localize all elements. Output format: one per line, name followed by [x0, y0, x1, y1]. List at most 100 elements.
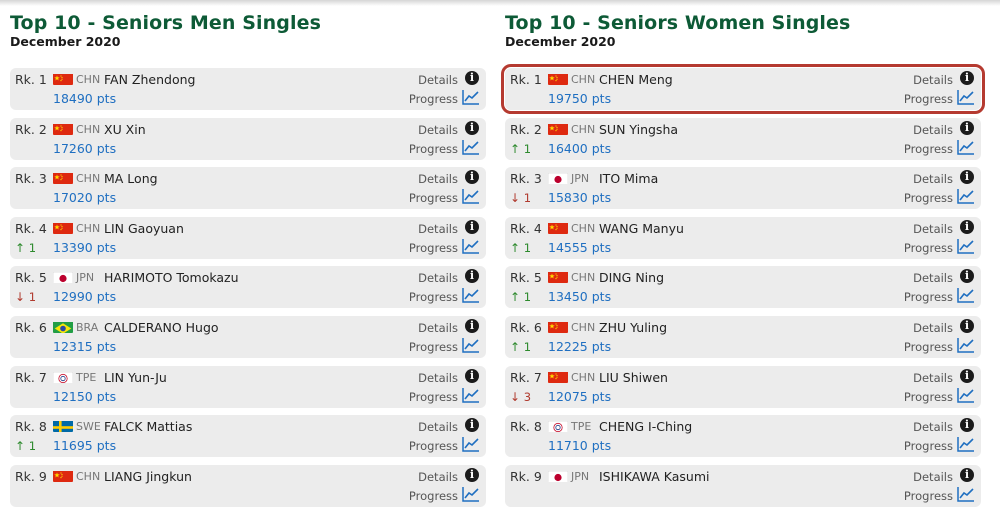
details-link[interactable]: Details — [913, 371, 953, 385]
details-link[interactable]: Details — [418, 172, 458, 186]
info-icon[interactable]: i — [465, 269, 479, 284]
women-ranking-row[interactable]: Rk. 7 CHN LIU Shiwen ↓ 3 12075 pts Details i Pr… — [505, 365, 981, 408]
progress-link[interactable]: Progress — [904, 390, 953, 404]
women-ranking-row[interactable]: Rk. 4 CHN WANG Manyu ↑ 1 14555 pts Details i Pr… — [505, 216, 981, 259]
details-link[interactable]: Details — [913, 470, 953, 484]
progress-link[interactable]: Progress — [409, 340, 458, 354]
chart-line-icon[interactable] — [462, 486, 480, 502]
chart-line-icon[interactable] — [957, 188, 975, 204]
details-link[interactable]: Details — [913, 271, 953, 285]
women-ranking-row[interactable]: Rk. 3 JPN ITO Mima ↓ 1 15830 pts Details i Prog… — [505, 167, 981, 210]
player-name[interactable]: ZHU Yuling — [599, 320, 667, 335]
player-name[interactable]: SUN Yingsha — [599, 122, 678, 137]
player-name[interactable]: XU Xin — [104, 122, 146, 137]
chart-line-icon[interactable] — [957, 387, 975, 403]
info-icon[interactable]: i — [960, 467, 974, 482]
details-link[interactable]: Details — [913, 420, 953, 434]
progress-link[interactable]: Progress — [409, 241, 458, 255]
progress-link[interactable]: Progress — [904, 92, 953, 106]
men-ranking-row[interactable]: Rk. 8 SWE FALCK Mattias ↑ 1 11695 pts Details… — [10, 415, 486, 458]
info-icon[interactable]: i — [465, 319, 479, 333]
women-ranking-row[interactable]: Rk. 2 CHN SUN Yingsha ↑ 1 16400 pts Details i P… — [505, 117, 981, 160]
details-link[interactable]: Details — [913, 73, 953, 87]
details-link[interactable]: Details — [913, 123, 953, 137]
player-name[interactable]: HARIMOTO Tomokazu — [104, 270, 239, 285]
info-icon[interactable]: i — [465, 467, 479, 482]
player-name[interactable]: LIN Yun-Ju — [104, 370, 167, 385]
details-link[interactable]: Details — [418, 73, 458, 87]
chart-line-icon[interactable] — [462, 287, 480, 304]
details-link[interactable]: Details — [913, 222, 953, 236]
player-name[interactable]: ITO Mima — [599, 171, 658, 186]
details-link[interactable]: Details — [913, 172, 953, 186]
player-name[interactable]: LIN Gaoyuan — [104, 221, 184, 236]
women-ranking-row[interactable]: Rk. 5 CHN DING Ning ↑ 1 13450 pts Details i Pro… — [505, 266, 981, 309]
chart-line-icon[interactable] — [462, 337, 480, 353]
chart-line-icon[interactable] — [462, 89, 480, 105]
progress-link[interactable]: Progress — [904, 340, 953, 354]
progress-link[interactable]: Progress — [409, 191, 458, 205]
chart-line-icon[interactable] — [462, 139, 480, 155]
progress-link[interactable]: Progress — [904, 439, 953, 453]
men-ranking-row[interactable]: Rk. 3 CHN MA Long 17020 pts Details i Progress — [10, 167, 486, 210]
details-link[interactable]: Details — [418, 420, 458, 434]
info-icon[interactable]: i — [960, 71, 974, 85]
player-name[interactable]: CHEN Meng — [599, 72, 673, 87]
men-ranking-row[interactable]: Rk. 4 CHN LIN Gaoyuan ↑ 1 13390 pts Details i P… — [10, 216, 486, 259]
chart-line-icon[interactable] — [957, 139, 975, 155]
men-ranking-row[interactable]: Rk. 5 JPN HARIMOTO Tomokazu ↓ 1 12990 pts Det… — [10, 266, 486, 309]
chart-line-icon[interactable] — [957, 337, 975, 353]
info-icon[interactable]: i — [960, 120, 974, 135]
info-icon[interactable]: i — [465, 71, 479, 85]
women-ranking-row[interactable]: Rk. 8 TPE CHENG I-Ching 11710 pts Details i Pr… — [505, 415, 981, 458]
info-icon[interactable]: i — [465, 418, 479, 433]
chart-line-icon[interactable] — [957, 486, 975, 502]
women-ranking-row[interactable]: Rk. 9 JPN ISHIKAWA Kasumi Details i Progress — [505, 464, 981, 507]
details-link[interactable]: Details — [418, 271, 458, 285]
chart-line-icon[interactable] — [957, 287, 975, 304]
progress-link[interactable]: Progress — [409, 390, 458, 404]
player-name[interactable]: CHENG I-Ching — [599, 419, 692, 434]
progress-link[interactable]: Progress — [409, 439, 458, 453]
details-link[interactable]: Details — [913, 321, 953, 335]
progress-link[interactable]: Progress — [904, 489, 953, 503]
chart-line-icon[interactable] — [462, 188, 480, 204]
player-name[interactable]: WANG Manyu — [599, 221, 684, 236]
progress-link[interactable]: Progress — [409, 142, 458, 156]
progress-link[interactable]: Progress — [904, 191, 953, 205]
info-icon[interactable]: i — [960, 219, 974, 234]
progress-link[interactable]: Progress — [904, 241, 953, 255]
player-name[interactable]: FAN Zhendong — [104, 72, 195, 87]
chart-line-icon[interactable] — [462, 238, 480, 254]
details-link[interactable]: Details — [418, 123, 458, 137]
details-link[interactable]: Details — [418, 371, 458, 385]
progress-link[interactable]: Progress — [904, 142, 953, 156]
chart-line-icon[interactable] — [462, 436, 480, 452]
chart-line-icon[interactable] — [462, 387, 480, 403]
progress-link[interactable]: Progress — [409, 92, 458, 106]
player-name[interactable]: LIANG Jingkun — [104, 469, 192, 484]
details-link[interactable]: Details — [418, 321, 458, 335]
info-icon[interactable]: i — [465, 219, 479, 234]
player-name[interactable]: CALDERANO Hugo — [104, 320, 219, 335]
player-name[interactable]: ISHIKAWA Kasumi — [599, 469, 709, 484]
chart-line-icon[interactable] — [957, 238, 975, 254]
player-name[interactable]: FALCK Mattias — [104, 419, 192, 434]
details-link[interactable]: Details — [418, 470, 458, 484]
player-name[interactable]: MA Long — [104, 171, 158, 186]
info-icon[interactable]: i — [960, 368, 974, 383]
progress-link[interactable]: Progress — [409, 290, 458, 304]
chart-line-icon[interactable] — [957, 89, 975, 105]
progress-link[interactable]: Progress — [904, 290, 953, 304]
info-icon[interactable]: i — [465, 170, 479, 185]
info-icon[interactable]: i — [465, 368, 479, 383]
info-icon[interactable]: i — [465, 120, 479, 135]
progress-link[interactable]: Progress — [409, 489, 458, 503]
women-ranking-row[interactable]: Rk. 6 CHN ZHU Yuling ↑ 1 12225 pts Details i Pr… — [505, 316, 981, 358]
details-link[interactable]: Details — [418, 222, 458, 236]
info-icon[interactable]: i — [960, 170, 974, 185]
men-ranking-row[interactable]: Rk. 1 CHN FAN Zhendong 18490 pts Details i Pro… — [10, 68, 486, 110]
info-icon[interactable]: i — [960, 319, 974, 333]
men-ranking-row[interactable]: Rk. 6 BRA CALDERANO Hugo 12315 pts Details i P… — [10, 316, 486, 358]
women-ranking-row[interactable]: Rk. 1 CHN CHEN Meng 19750 pts Details i Progre… — [501, 64, 985, 114]
